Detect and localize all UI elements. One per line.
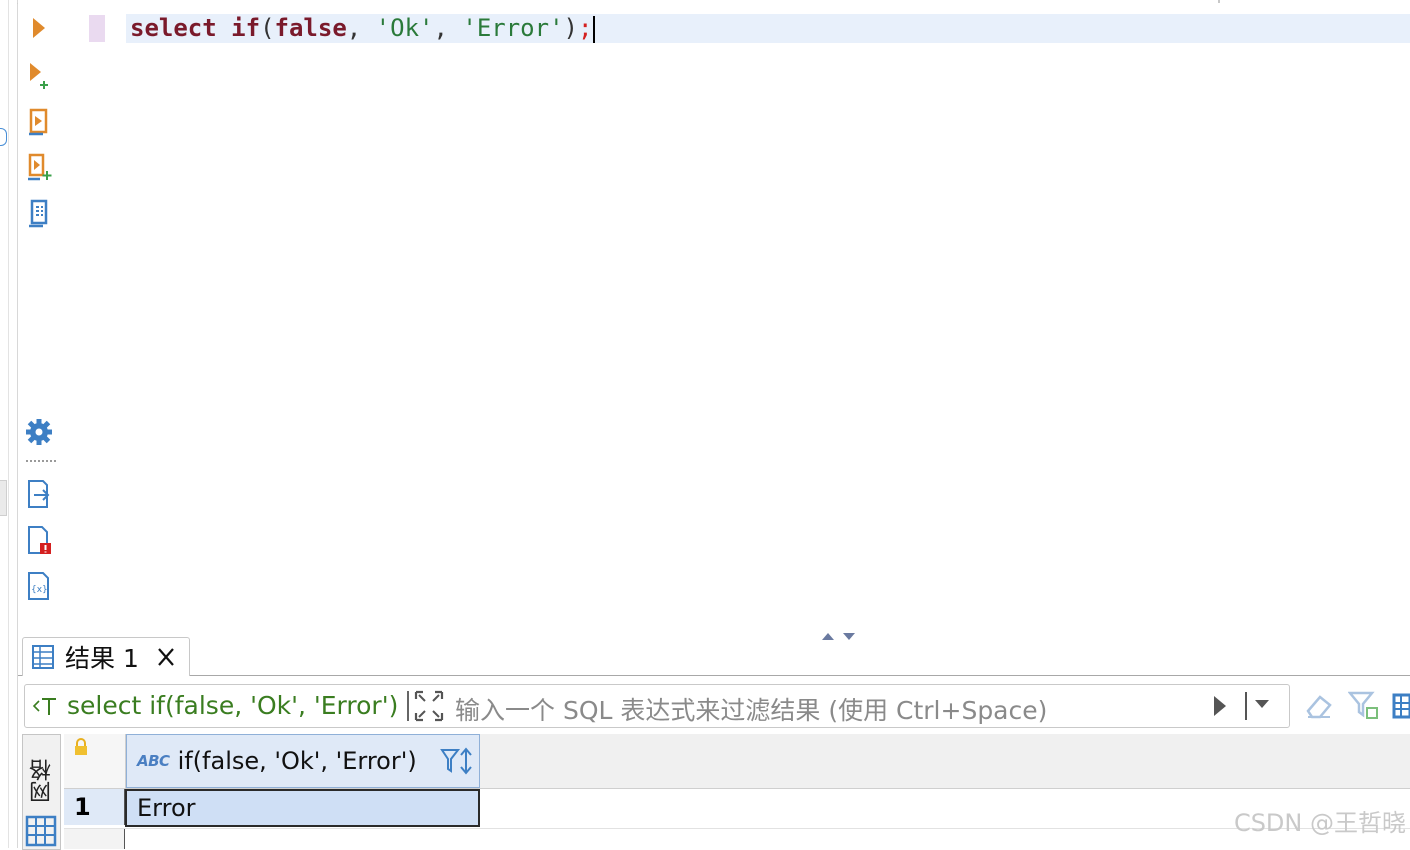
grid-view-side-tab[interactable]: 网格	[22, 734, 61, 850]
outer-left-strip	[0, 0, 18, 848]
filter-placeholder[interactable]: 输入一个 SQL 表达式来过滤结果 (使用 Ctrl+Space)	[455, 691, 1047, 727]
execute-statement-icon	[33, 18, 45, 38]
grid-view-icon	[25, 815, 57, 847]
execute-statement-button[interactable]	[24, 13, 54, 43]
results-panel: 结果 1 select if(false, 'Ok', 'Error') 输入一…	[18, 637, 1410, 850]
problems-button[interactable]	[24, 525, 54, 555]
filter-history-dropdown-icon[interactable]	[1243, 689, 1287, 723]
problems-icon	[28, 526, 51, 554]
string-ok: 'Ok'	[375, 14, 434, 42]
svg-text:{x}: {x}	[31, 585, 48, 595]
close-paren: )	[563, 14, 578, 42]
semicolon: ;	[577, 14, 593, 42]
column-header-label: if(false, 'Ok', 'Error')	[177, 747, 417, 775]
explain-plan-icon	[29, 199, 48, 228]
active-query-text: select if(false, 'Ok', 'Error')	[67, 691, 399, 720]
comma: ,	[346, 14, 376, 42]
collapsed-panel-hook[interactable]	[0, 128, 7, 146]
settings-button[interactable]	[24, 417, 54, 447]
row-number[interactable]: 1	[64, 789, 126, 825]
sql-text-icon	[32, 698, 56, 715]
tab-result-1[interactable]: 结果 1	[22, 637, 190, 676]
active-statement-marker	[89, 15, 105, 42]
variables-button[interactable]: {x}	[24, 571, 54, 601]
export-icon	[28, 480, 50, 508]
explain-plan-button[interactable]	[24, 199, 54, 229]
watermark: CSDN @王哲晓	[1233, 809, 1406, 837]
filter-bar[interactable]: select if(false, 'Ok', 'Error') 输入一个 SQL…	[24, 684, 1290, 728]
keyword-if: if	[231, 14, 261, 42]
tab-gap	[23, 675, 187, 677]
execute-script-button[interactable]	[24, 107, 54, 137]
cell-value: Error	[137, 794, 196, 822]
column-type-abc-icon: ABC	[137, 752, 170, 770]
keyword-select: select	[130, 14, 217, 42]
result-cell[interactable]: Error	[125, 789, 480, 827]
settings-gear-icon	[26, 419, 52, 445]
tab-label: 结果 1	[65, 644, 139, 673]
sql-code-line[interactable]: select if(false, 'Ok', 'Error');	[130, 13, 596, 43]
clear-filter-eraser-icon[interactable]	[1304, 689, 1334, 721]
row-number-label: 1	[74, 793, 91, 821]
execute-in-new-tab-button[interactable]	[24, 61, 54, 91]
variables-icon: {x}	[28, 572, 49, 600]
header-corner[interactable]	[64, 734, 126, 788]
grid-view-label: 网格	[30, 759, 55, 803]
header-row: ABC if(false, 'Ok', 'Error')	[64, 734, 1410, 789]
empty-row	[64, 828, 1410, 849]
column-header[interactable]: ABC if(false, 'Ok', 'Error')	[126, 734, 480, 788]
execute-script-new-tab-button[interactable]	[24, 153, 54, 183]
filter-settings-icon[interactable]	[1348, 689, 1380, 721]
column-filter-sort-icon[interactable]	[439, 747, 475, 777]
column-divider	[124, 829, 125, 849]
close-tab-icon[interactable]	[155, 646, 177, 668]
apply-filter-icon[interactable]	[1209, 693, 1231, 719]
toolbar-separator	[26, 460, 56, 465]
execute-script-new-tab-icon	[28, 153, 52, 181]
empty-row-number	[64, 829, 125, 849]
read-only-lock-icon	[75, 738, 87, 755]
results-grid: ABC if(false, 'Ok', 'Error') 1 Error	[64, 734, 1410, 849]
filter-divider	[407, 691, 409, 721]
table-row[interactable]: 1 Error	[64, 789, 1410, 827]
export-button[interactable]	[24, 479, 54, 509]
sql-editor[interactable]: select if(false, 'Ok', 'Error'); {x}	[18, 3, 1410, 640]
panels-toggle-icon[interactable]	[1392, 689, 1410, 721]
execute-in-new-tab-icon	[30, 63, 48, 89]
comma: ,	[433, 14, 463, 42]
expand-filter-icon[interactable]	[413, 689, 445, 723]
keyword-false: false	[274, 14, 347, 42]
execute-script-icon	[29, 108, 48, 136]
text-caret	[593, 15, 596, 43]
tab-bar-line	[18, 675, 1410, 676]
string-error: 'Error'	[462, 14, 564, 42]
collapsed-panel-handle[interactable]	[0, 480, 7, 516]
open-paren: (	[260, 14, 275, 42]
results-grid-icon	[32, 645, 54, 669]
